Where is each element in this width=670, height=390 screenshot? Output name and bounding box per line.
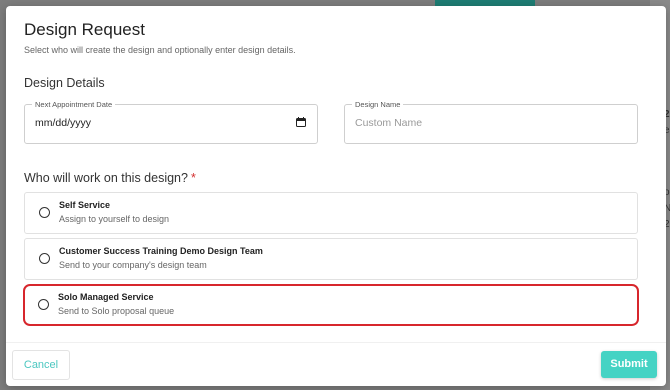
- design-name-field[interactable]: Design Name Custom Name: [344, 99, 638, 144]
- appointment-date-value: mm/dd/yyyy: [35, 117, 92, 129]
- question-text: Who will work on this design?: [24, 171, 188, 185]
- option-design-team[interactable]: Customer Success Training Demo Design Te…: [24, 238, 638, 280]
- radio-button[interactable]: [39, 207, 50, 218]
- appointment-date-field[interactable]: Next Appointment Date mm/dd/yyyy: [24, 99, 318, 144]
- footer-divider: [6, 342, 666, 343]
- option-title: Customer Success Training Demo Design Te…: [59, 246, 263, 256]
- option-self-service[interactable]: Self Service Assign to yourself to desig…: [24, 192, 638, 234]
- option-title: Self Service: [59, 200, 111, 210]
- cancel-button[interactable]: Cancel: [12, 350, 70, 380]
- design-details-heading: Design Details: [24, 76, 105, 90]
- option-description: Assign to yourself to design: [59, 214, 170, 224]
- appointment-date-label: Next Appointment Date: [32, 99, 116, 110]
- option-description: Send to Solo proposal queue: [58, 306, 175, 316]
- radio-button[interactable]: [38, 299, 49, 310]
- dialog-subtitle: Select who will create the design and op…: [24, 45, 296, 55]
- required-marker: *: [190, 171, 196, 185]
- design-name-placeholder: Custom Name: [355, 117, 423, 129]
- design-request-dialog: Design Request Select who will create th…: [6, 6, 666, 386]
- design-name-label: Design Name: [352, 99, 404, 110]
- option-solo-managed-service[interactable]: Solo Managed Service Send to Solo propos…: [23, 284, 639, 326]
- option-title: Solo Managed Service: [58, 292, 154, 302]
- who-will-work-question: Who will work on this design? *: [24, 171, 196, 185]
- submit-button[interactable]: Submit: [601, 351, 657, 378]
- option-description: Send to your company's design team: [59, 260, 207, 270]
- radio-button[interactable]: [39, 253, 50, 264]
- dialog-title: Design Request: [24, 20, 145, 39]
- calendar-icon[interactable]: [296, 117, 306, 127]
